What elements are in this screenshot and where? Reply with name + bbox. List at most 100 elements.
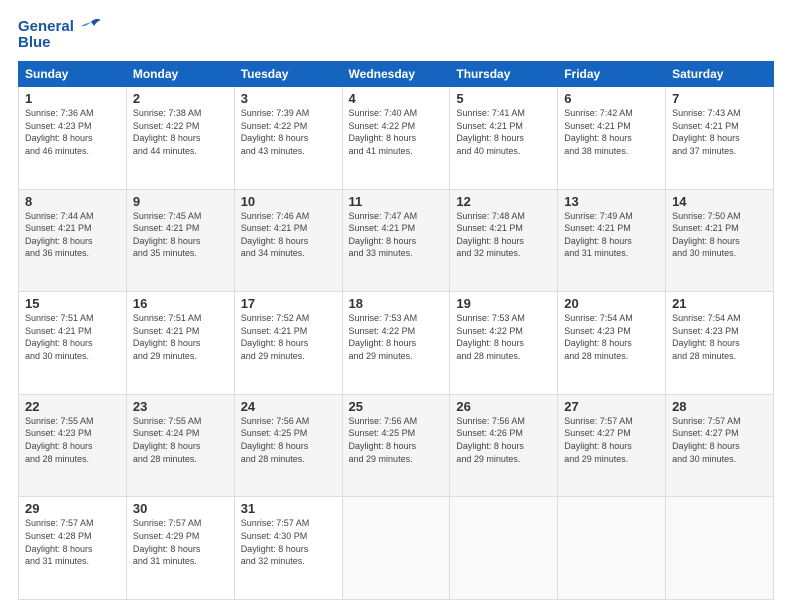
calendar-week-row: 15Sunrise: 7:51 AMSunset: 4:21 PMDayligh… [19, 292, 774, 395]
day-number: 22 [25, 399, 120, 414]
day-number: 9 [133, 194, 228, 209]
calendar-header-row: SundayMondayTuesdayWednesdayThursdayFrid… [19, 62, 774, 87]
day-info: Sunrise: 7:36 AMSunset: 4:23 PMDaylight:… [25, 107, 120, 157]
day-info: Sunrise: 7:56 AMSunset: 4:25 PMDaylight:… [241, 415, 336, 465]
calendar-cell: 9Sunrise: 7:45 AMSunset: 4:21 PMDaylight… [126, 189, 234, 292]
calendar-cell: 12Sunrise: 7:48 AMSunset: 4:21 PMDayligh… [450, 189, 558, 292]
calendar-cell: 24Sunrise: 7:56 AMSunset: 4:25 PMDayligh… [234, 394, 342, 497]
day-info: Sunrise: 7:54 AMSunset: 4:23 PMDaylight:… [672, 312, 767, 362]
weekday-header: Saturday [666, 62, 774, 87]
calendar-cell: 21Sunrise: 7:54 AMSunset: 4:23 PMDayligh… [666, 292, 774, 395]
day-info: Sunrise: 7:50 AMSunset: 4:21 PMDaylight:… [672, 210, 767, 260]
calendar-cell [450, 497, 558, 600]
calendar-cell: 14Sunrise: 7:50 AMSunset: 4:21 PMDayligh… [666, 189, 774, 292]
calendar-cell: 18Sunrise: 7:53 AMSunset: 4:22 PMDayligh… [342, 292, 450, 395]
calendar-cell: 28Sunrise: 7:57 AMSunset: 4:27 PMDayligh… [666, 394, 774, 497]
calendar-week-row: 22Sunrise: 7:55 AMSunset: 4:23 PMDayligh… [19, 394, 774, 497]
logo-blue: Blue [18, 34, 102, 51]
day-number: 18 [349, 296, 444, 311]
day-info: Sunrise: 7:57 AMSunset: 4:28 PMDaylight:… [25, 517, 120, 567]
calendar-cell: 7Sunrise: 7:43 AMSunset: 4:21 PMDaylight… [666, 87, 774, 190]
day-number: 1 [25, 91, 120, 106]
logo-bird-icon [80, 18, 102, 36]
logo: General Blue [18, 18, 102, 51]
weekday-header: Friday [558, 62, 666, 87]
day-info: Sunrise: 7:42 AMSunset: 4:21 PMDaylight:… [564, 107, 659, 157]
day-number: 27 [564, 399, 659, 414]
day-info: Sunrise: 7:53 AMSunset: 4:22 PMDaylight:… [349, 312, 444, 362]
day-info: Sunrise: 7:49 AMSunset: 4:21 PMDaylight:… [564, 210, 659, 260]
calendar-cell [558, 497, 666, 600]
header: General Blue [18, 18, 774, 51]
day-number: 11 [349, 194, 444, 209]
day-number: 2 [133, 91, 228, 106]
calendar-cell: 8Sunrise: 7:44 AMSunset: 4:21 PMDaylight… [19, 189, 127, 292]
calendar-week-row: 1Sunrise: 7:36 AMSunset: 4:23 PMDaylight… [19, 87, 774, 190]
calendar-cell: 30Sunrise: 7:57 AMSunset: 4:29 PMDayligh… [126, 497, 234, 600]
calendar-cell: 31Sunrise: 7:57 AMSunset: 4:30 PMDayligh… [234, 497, 342, 600]
calendar-week-row: 8Sunrise: 7:44 AMSunset: 4:21 PMDaylight… [19, 189, 774, 292]
day-number: 24 [241, 399, 336, 414]
day-number: 4 [349, 91, 444, 106]
day-number: 29 [25, 501, 120, 516]
calendar-cell: 1Sunrise: 7:36 AMSunset: 4:23 PMDaylight… [19, 87, 127, 190]
day-number: 26 [456, 399, 551, 414]
calendar-cell: 15Sunrise: 7:51 AMSunset: 4:21 PMDayligh… [19, 292, 127, 395]
calendar-cell: 27Sunrise: 7:57 AMSunset: 4:27 PMDayligh… [558, 394, 666, 497]
day-number: 19 [456, 296, 551, 311]
day-number: 12 [456, 194, 551, 209]
day-info: Sunrise: 7:39 AMSunset: 4:22 PMDaylight:… [241, 107, 336, 157]
day-info: Sunrise: 7:51 AMSunset: 4:21 PMDaylight:… [133, 312, 228, 362]
day-info: Sunrise: 7:55 AMSunset: 4:24 PMDaylight:… [133, 415, 228, 465]
weekday-header: Monday [126, 62, 234, 87]
calendar-cell: 4Sunrise: 7:40 AMSunset: 4:22 PMDaylight… [342, 87, 450, 190]
day-number: 31 [241, 501, 336, 516]
day-info: Sunrise: 7:56 AMSunset: 4:26 PMDaylight:… [456, 415, 551, 465]
day-info: Sunrise: 7:40 AMSunset: 4:22 PMDaylight:… [349, 107, 444, 157]
day-number: 6 [564, 91, 659, 106]
calendar-week-row: 29Sunrise: 7:57 AMSunset: 4:28 PMDayligh… [19, 497, 774, 600]
calendar-cell: 29Sunrise: 7:57 AMSunset: 4:28 PMDayligh… [19, 497, 127, 600]
day-info: Sunrise: 7:44 AMSunset: 4:21 PMDaylight:… [25, 210, 120, 260]
calendar-cell: 3Sunrise: 7:39 AMSunset: 4:22 PMDaylight… [234, 87, 342, 190]
day-number: 16 [133, 296, 228, 311]
day-info: Sunrise: 7:47 AMSunset: 4:21 PMDaylight:… [349, 210, 444, 260]
day-info: Sunrise: 7:45 AMSunset: 4:21 PMDaylight:… [133, 210, 228, 260]
day-number: 30 [133, 501, 228, 516]
calendar-cell: 2Sunrise: 7:38 AMSunset: 4:22 PMDaylight… [126, 87, 234, 190]
day-info: Sunrise: 7:43 AMSunset: 4:21 PMDaylight:… [672, 107, 767, 157]
day-number: 5 [456, 91, 551, 106]
calendar-cell: 5Sunrise: 7:41 AMSunset: 4:21 PMDaylight… [450, 87, 558, 190]
calendar-cell [342, 497, 450, 600]
calendar-cell: 19Sunrise: 7:53 AMSunset: 4:22 PMDayligh… [450, 292, 558, 395]
day-number: 10 [241, 194, 336, 209]
day-info: Sunrise: 7:55 AMSunset: 4:23 PMDaylight:… [25, 415, 120, 465]
calendar-cell: 23Sunrise: 7:55 AMSunset: 4:24 PMDayligh… [126, 394, 234, 497]
day-number: 3 [241, 91, 336, 106]
calendar-cell: 20Sunrise: 7:54 AMSunset: 4:23 PMDayligh… [558, 292, 666, 395]
day-info: Sunrise: 7:57 AMSunset: 4:27 PMDaylight:… [672, 415, 767, 465]
calendar-cell [666, 497, 774, 600]
calendar-cell: 25Sunrise: 7:56 AMSunset: 4:25 PMDayligh… [342, 394, 450, 497]
calendar-cell: 11Sunrise: 7:47 AMSunset: 4:21 PMDayligh… [342, 189, 450, 292]
day-info: Sunrise: 7:56 AMSunset: 4:25 PMDaylight:… [349, 415, 444, 465]
weekday-header: Sunday [19, 62, 127, 87]
day-info: Sunrise: 7:41 AMSunset: 4:21 PMDaylight:… [456, 107, 551, 157]
calendar-cell: 17Sunrise: 7:52 AMSunset: 4:21 PMDayligh… [234, 292, 342, 395]
day-info: Sunrise: 7:46 AMSunset: 4:21 PMDaylight:… [241, 210, 336, 260]
day-info: Sunrise: 7:38 AMSunset: 4:22 PMDaylight:… [133, 107, 228, 157]
day-info: Sunrise: 7:57 AMSunset: 4:29 PMDaylight:… [133, 517, 228, 567]
weekday-header: Tuesday [234, 62, 342, 87]
day-number: 8 [25, 194, 120, 209]
calendar-cell: 26Sunrise: 7:56 AMSunset: 4:26 PMDayligh… [450, 394, 558, 497]
day-number: 21 [672, 296, 767, 311]
day-info: Sunrise: 7:57 AMSunset: 4:27 PMDaylight:… [564, 415, 659, 465]
day-number: 14 [672, 194, 767, 209]
calendar-cell: 13Sunrise: 7:49 AMSunset: 4:21 PMDayligh… [558, 189, 666, 292]
day-number: 17 [241, 296, 336, 311]
day-info: Sunrise: 7:57 AMSunset: 4:30 PMDaylight:… [241, 517, 336, 567]
logo-general: General [18, 18, 74, 35]
calendar-table: SundayMondayTuesdayWednesdayThursdayFrid… [18, 61, 774, 600]
day-info: Sunrise: 7:51 AMSunset: 4:21 PMDaylight:… [25, 312, 120, 362]
day-number: 13 [564, 194, 659, 209]
